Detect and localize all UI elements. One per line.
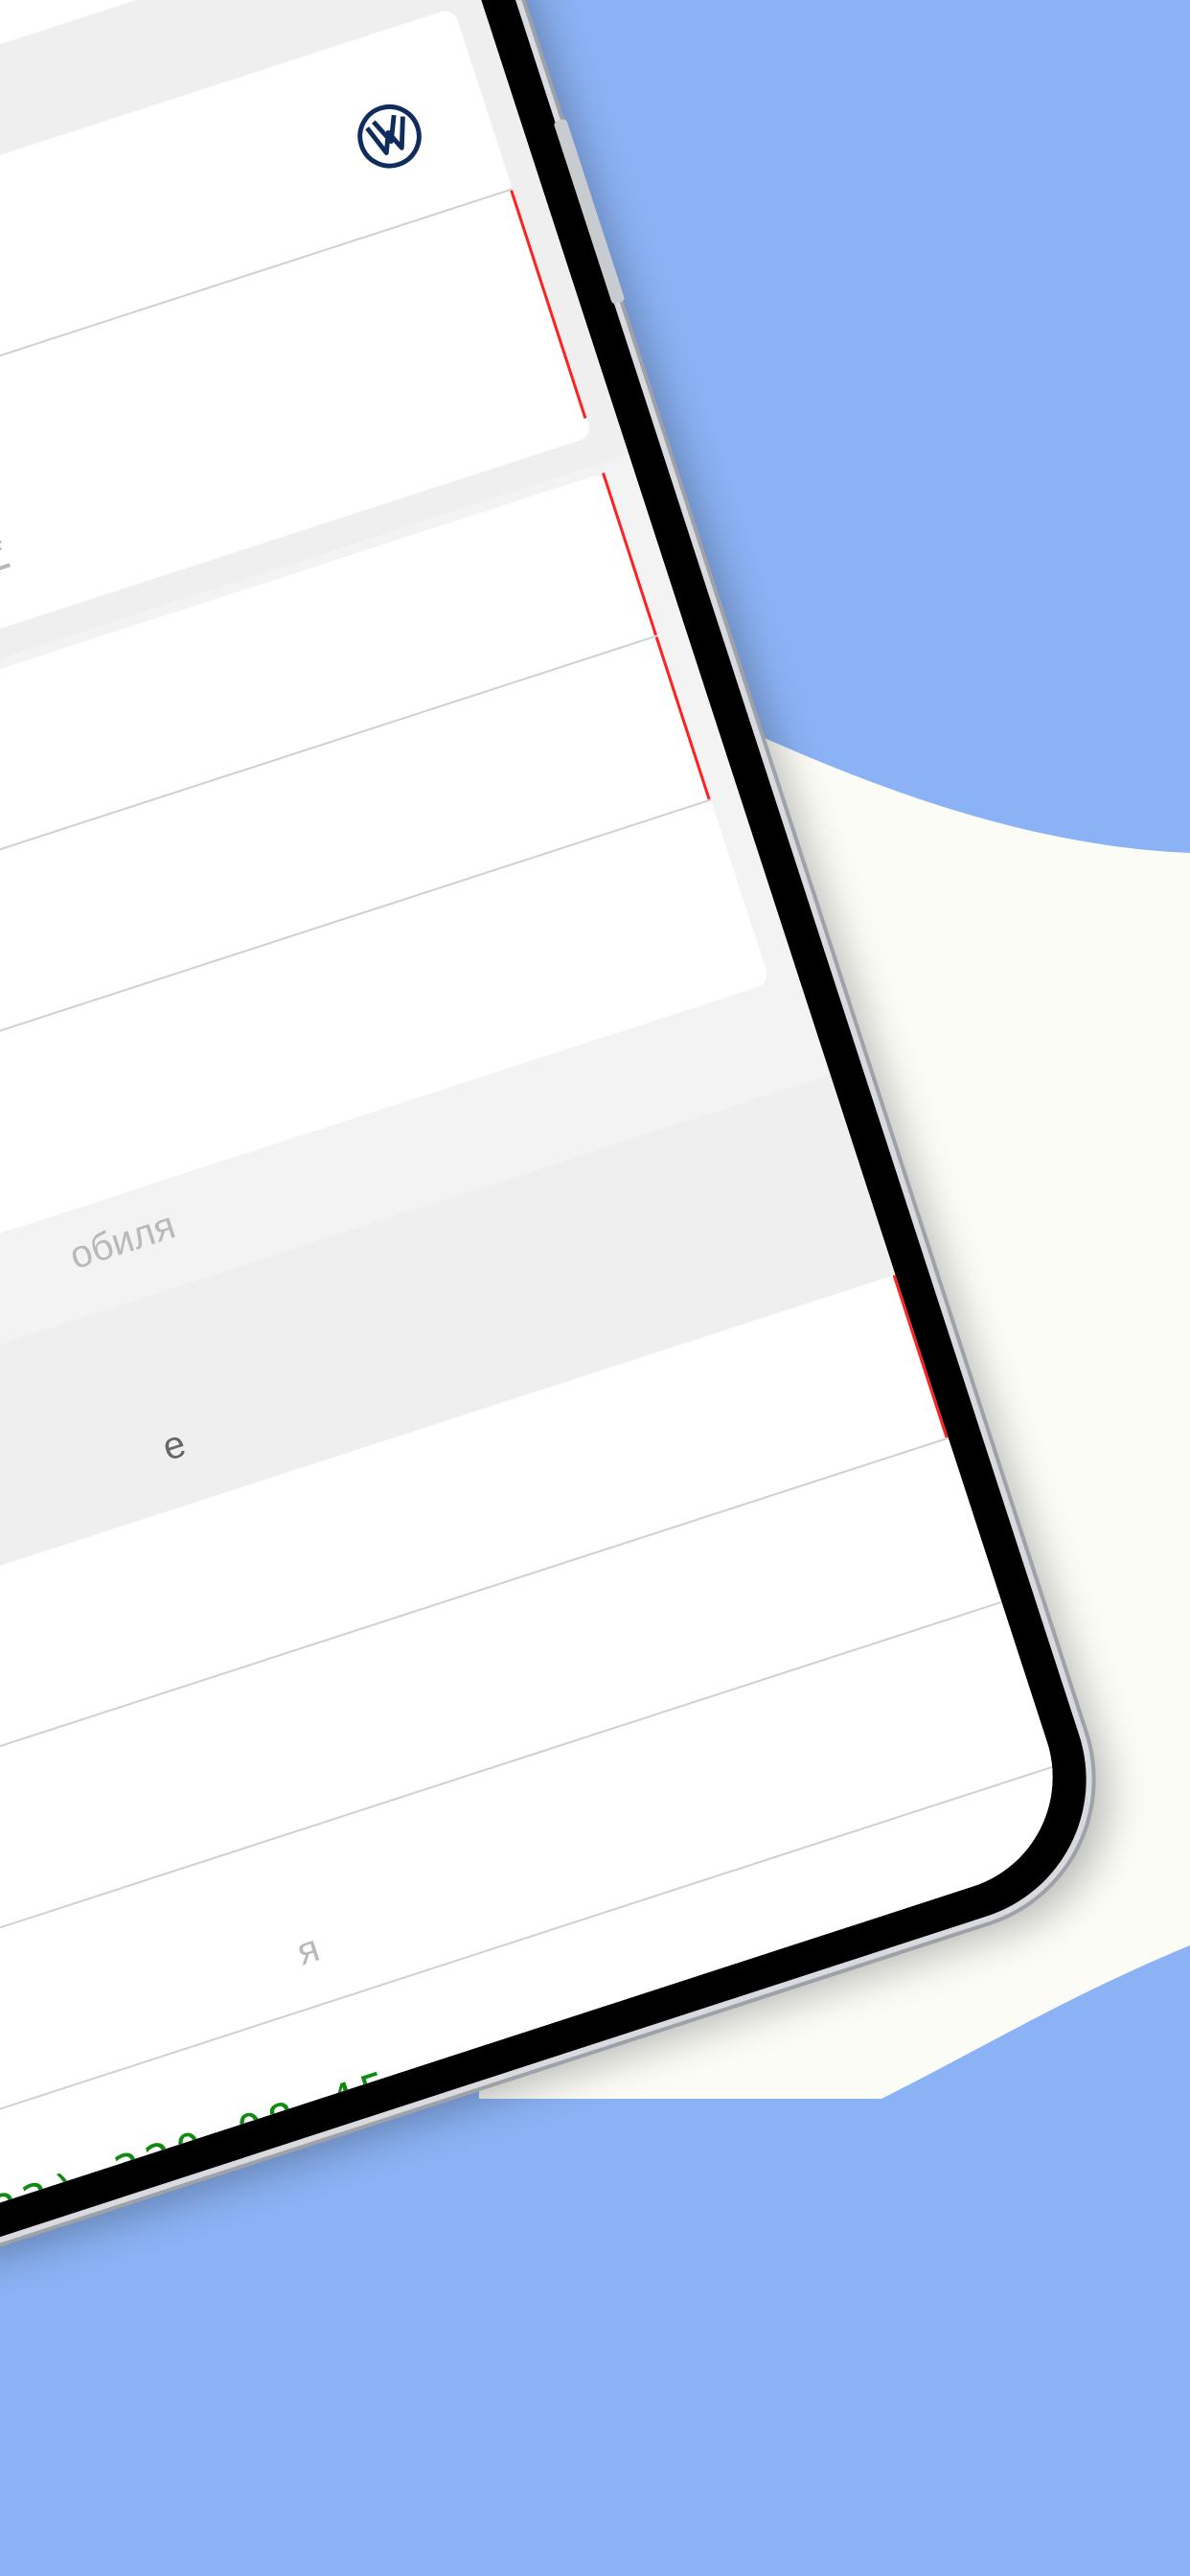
date-label: дату* <box>0 529 11 599</box>
section-label: е <box>157 1422 192 1469</box>
car-label: обиля <box>64 1204 181 1278</box>
name-label: я <box>291 1926 325 1974</box>
